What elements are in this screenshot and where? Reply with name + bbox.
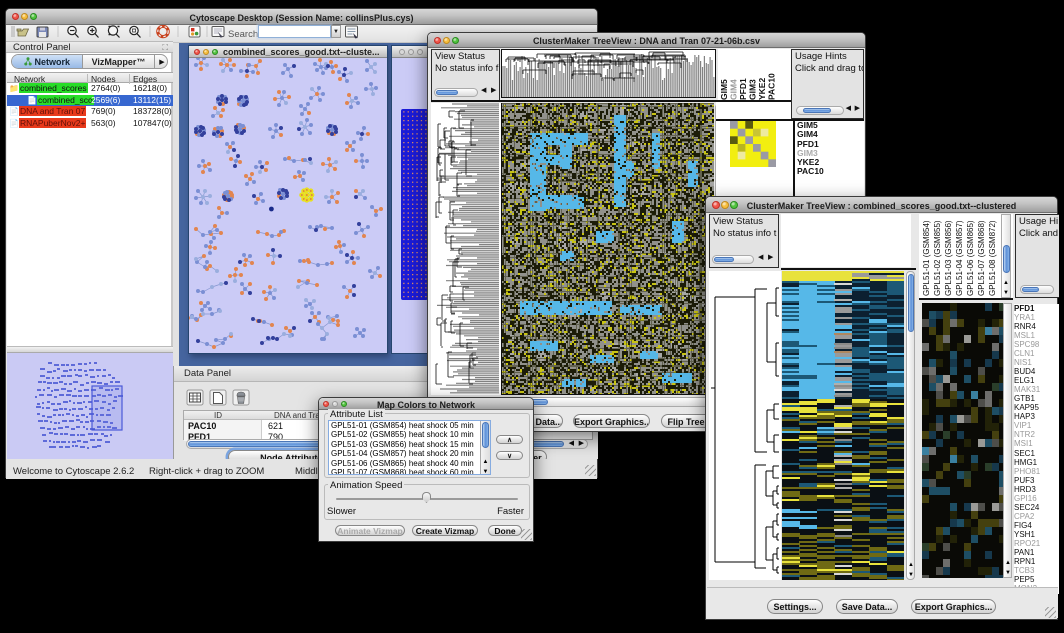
svg-text:YKE2: YKE2 <box>757 78 767 100</box>
svg-text:PAC10: PAC10 <box>767 73 777 100</box>
svg-text:GIM4: GIM4 <box>729 79 739 100</box>
svg-text:GPL51-04 (GSM857): GPL51-04 (GSM857) <box>955 220 964 296</box>
svg-text:GPL51-03 (GSM856): GPL51-03 (GSM856) <box>944 220 953 296</box>
svg-text:GPL51-07 (GSM868): GPL51-07 (GSM868) <box>977 220 986 296</box>
svg-text:GPL51-08 (GSM872): GPL51-08 (GSM872) <box>988 220 997 296</box>
svg-text:GPL51-02 (GSM855): GPL51-02 (GSM855) <box>933 220 942 296</box>
svg-text:PFD1: PFD1 <box>738 78 748 100</box>
svg-text:GIM5: GIM5 <box>719 79 729 100</box>
svg-text:GIM3: GIM3 <box>748 79 758 100</box>
svg-text:GPL51-06 (GSM865): GPL51-06 (GSM865) <box>966 220 975 296</box>
svg-text:GPL51-01 (GSM854): GPL51-01 (GSM854) <box>922 220 931 296</box>
